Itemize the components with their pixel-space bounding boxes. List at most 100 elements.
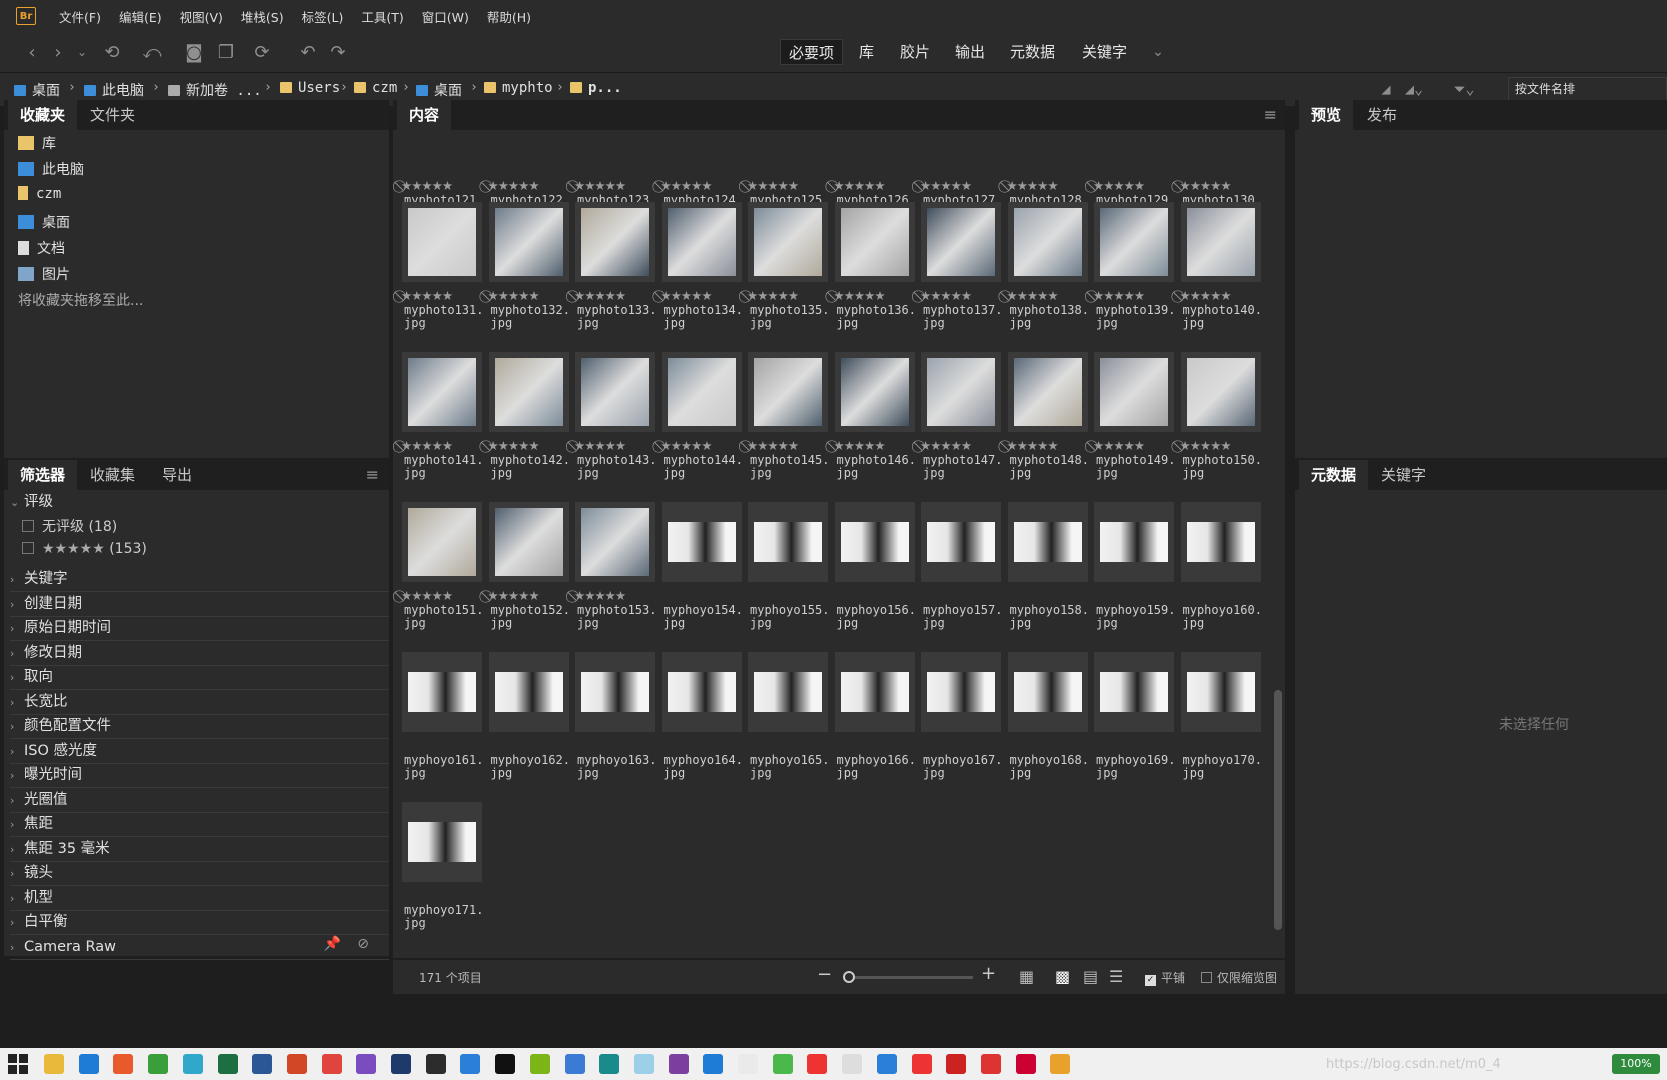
rating-stars[interactable]: ⃠★★★★★: [662, 438, 713, 454]
rating-stars[interactable]: ⃠★★★★★: [921, 438, 972, 454]
tab-preview[interactable]: 预览: [1299, 100, 1354, 130]
thumbnail-item[interactable]: ⃠★★★★★ myphoto150.jpg: [1180, 352, 1262, 492]
filter-category[interactable]: › 长宽比: [10, 689, 389, 715]
rating-stars[interactable]: ⃠★★★★★: [835, 288, 886, 304]
rating-stars[interactable]: ⃠★★★★★: [402, 288, 453, 304]
thumbnail-item[interactable]: myphoyo165.jpg: [748, 652, 829, 792]
tab-collections[interactable]: 收藏集: [78, 460, 147, 490]
thumbnail-frame[interactable]: [1180, 652, 1261, 732]
thumbnail-frame[interactable]: [748, 202, 828, 282]
windows-start-icon[interactable]: [8, 1054, 28, 1074]
recent-history-icon[interactable]: ⟲: [100, 40, 124, 64]
camera-import-icon[interactable]: ◙: [182, 40, 206, 64]
wps-icon[interactable]: [321, 1054, 342, 1074]
thumbnail-frame[interactable]: [402, 802, 482, 882]
workspace-essentials[interactable]: 必要项: [780, 39, 844, 65]
filter-5stars[interactable]: ★★★★★ (153): [22, 541, 147, 557]
thumbnail-frame[interactable]: [1180, 502, 1261, 582]
thumbnail-item[interactable]: ⃠★★★★★ myphoto145.jpg: [748, 352, 829, 492]
thumbnail-item[interactable]: ⃠★★★★★ myphoto152.jpg: [488, 502, 570, 642]
workspace-output[interactable]: 输出: [947, 39, 993, 65]
workspace-library[interactable]: 库: [851, 39, 882, 65]
rating-stars[interactable]: ⃠★★★★★: [748, 438, 799, 454]
scrollbar[interactable]: [1273, 140, 1283, 958]
eclipse-icon[interactable]: [425, 1054, 446, 1074]
thumbnail-frame[interactable]: [921, 352, 1001, 432]
thumbnail-frame[interactable]: [488, 202, 569, 282]
rating-stars[interactable]: ⃠★★★★★: [921, 178, 972, 194]
thumbnail-frame[interactable]: [661, 502, 742, 582]
word-icon[interactable]: [252, 1054, 273, 1074]
thumbnail-frame[interactable]: [402, 652, 482, 732]
details-view-icon[interactable]: ▤: [1083, 967, 1098, 986]
rating-stars[interactable]: ⃠★★★★★: [402, 438, 453, 454]
filter-category[interactable]: › 曝光时间: [10, 762, 389, 788]
tab-metadata[interactable]: 元数据: [1299, 460, 1369, 490]
typora-icon[interactable]: [738, 1054, 758, 1074]
checkbox[interactable]: [22, 520, 34, 532]
rating-stars[interactable]: ⃠★★★★★: [575, 288, 626, 304]
fav-czm[interactable]: czm: [18, 186, 61, 202]
visual-studio-icon[interactable]: [356, 1054, 377, 1074]
thumbnail-item[interactable]: ⃠★★★★★ myphoto138.jpg: [1007, 202, 1089, 342]
chrome-icon[interactable]: [148, 1054, 169, 1074]
filter-category[interactable]: › 焦距: [10, 811, 389, 837]
thumbnail-item[interactable]: ⃠★★★★★ myphoto131.jpg: [402, 202, 483, 342]
thumbnail-item[interactable]: myphoyo171.jpg: [402, 802, 483, 942]
copy-files-icon[interactable]: ❐: [214, 40, 238, 64]
thumbnail-item[interactable]: myphoyo157.jpg: [921, 502, 1002, 642]
back-icon[interactable]: ‹: [20, 40, 44, 64]
thumbnail-frame[interactable]: [575, 652, 655, 732]
python-icon[interactable]: [564, 1054, 585, 1074]
thumbnail-frame[interactable]: [748, 502, 828, 582]
tab-favorites[interactable]: 收藏夹: [8, 100, 78, 130]
app-icon[interactable]: [980, 1054, 1001, 1074]
thumbnail-frame[interactable]: [1180, 352, 1261, 432]
app-icon[interactable]: [946, 1054, 967, 1074]
menu-tools[interactable]: 工具(T): [352, 7, 412, 26]
crumb-current[interactable]: p...: [570, 80, 622, 96]
thumbnail-item[interactable]: myphoyo162.jpg: [488, 652, 570, 792]
rating-stars[interactable]: ⃠★★★★★: [575, 588, 626, 604]
vscode-icon[interactable]: [460, 1054, 481, 1074]
rating-stars[interactable]: ⃠★★★★★: [575, 178, 626, 194]
chevron-down-icon[interactable]: ⌄: [70, 40, 94, 64]
menu-edit[interactable]: 编辑(E): [110, 7, 171, 26]
wechat-icon[interactable]: [772, 1054, 793, 1074]
thumbnail-frame[interactable]: [834, 352, 915, 432]
fav-library[interactable]: 库: [18, 133, 56, 153]
thumbnail-item[interactable]: myphoyo168.jpg: [1007, 652, 1089, 792]
thumbnail-item[interactable]: ⃠★★★★★ myphoto135.jpg: [748, 202, 829, 342]
crumb-desktop-2[interactable]: 桌面: [416, 80, 462, 100]
thumbnail-item[interactable]: myphoyo166.jpg: [834, 652, 916, 792]
thumbnail-frame[interactable]: [402, 502, 482, 582]
rating-stars[interactable]: ⃠★★★★★: [1181, 178, 1232, 194]
thumbnail-frame[interactable]: [402, 352, 482, 432]
thumbnail-frame[interactable]: [1007, 352, 1088, 432]
filter-category[interactable]: › 颜色配置文件: [10, 713, 389, 739]
thumbnail-frame[interactable]: [1007, 502, 1088, 582]
thumbnail-item[interactable]: ⃠★★★★★ myphoto146.jpg: [834, 352, 916, 492]
panel-menu-icon[interactable]: ≡: [366, 465, 379, 484]
crumb-this-pc[interactable]: 此电脑: [84, 80, 144, 100]
checkbox[interactable]: [22, 542, 34, 554]
thumbnail-item[interactable]: myphoyo159.jpg: [1094, 502, 1175, 642]
filter-category[interactable]: › 原始日期时间: [10, 615, 389, 641]
filter-category[interactable]: › 修改日期: [10, 640, 389, 666]
tab-publish[interactable]: 发布: [1355, 100, 1409, 130]
list-view-icon[interactable]: ☰: [1109, 967, 1123, 986]
fav-documents[interactable]: 文档: [18, 238, 65, 258]
rating-stars[interactable]: ⃠★★★★★: [748, 288, 799, 304]
tab-keywords[interactable]: 关键字: [1369, 460, 1438, 490]
thumbnail-frame[interactable]: [834, 502, 915, 582]
fav-this-pc[interactable]: 此电脑: [18, 159, 84, 179]
thumbnail-item[interactable]: myphoyo163.jpg: [575, 652, 656, 792]
thumbnail-frame[interactable]: [1007, 202, 1088, 282]
lambda-icon[interactable]: [529, 1054, 550, 1074]
app-icon[interactable]: [842, 1054, 863, 1074]
thumbnail-frame[interactable]: [921, 202, 1001, 282]
zoom-slider[interactable]: [843, 976, 973, 979]
thumbnail-item[interactable]: ⃠★★★★★ myphoto144.jpg: [661, 352, 743, 492]
app-icon[interactable]: [599, 1054, 620, 1074]
filter-category[interactable]: › 创建日期: [10, 591, 389, 617]
